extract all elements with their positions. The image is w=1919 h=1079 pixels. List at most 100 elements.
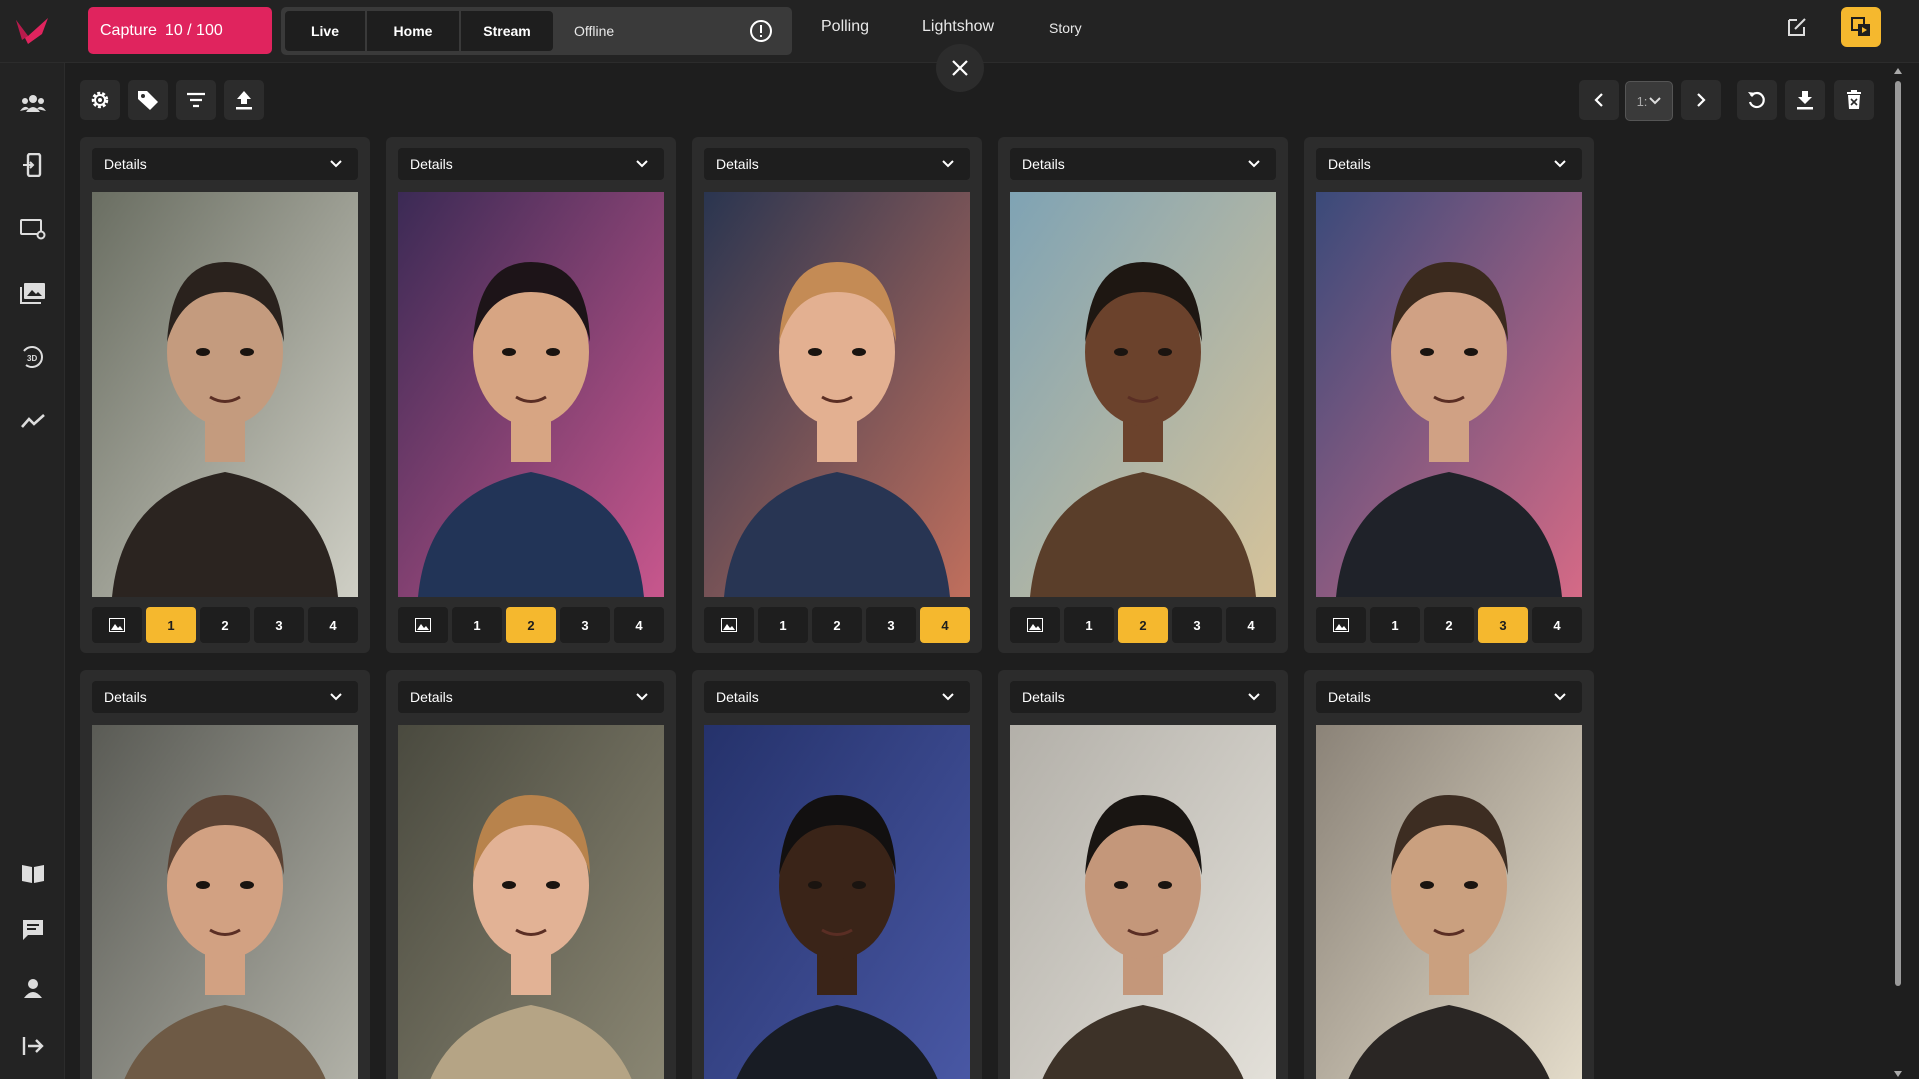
version-selector: 1234 (1316, 607, 1582, 643)
image-card: Details 1 2 3 4 (998, 137, 1288, 653)
tab-live[interactable]: Live (285, 11, 365, 51)
close-button[interactable] (936, 44, 984, 92)
version-button[interactable]: 4 (1532, 607, 1582, 643)
version-button[interactable]: 1 (452, 607, 502, 643)
3d-rotate-icon[interactable]: 3D (20, 344, 46, 370)
next-page-button[interactable] (1681, 80, 1721, 120)
portrait-image[interactable] (704, 192, 970, 597)
version-button[interactable]: 2 (1424, 607, 1474, 643)
portrait-image[interactable] (92, 192, 358, 597)
screen-settings-icon[interactable] (20, 216, 46, 242)
image-card: Details 1 2 3 4 (692, 137, 982, 653)
details-label: Details (104, 156, 147, 172)
scroll-down-arrow[interactable] (1894, 1071, 1902, 1077)
version-button[interactable]: 1 (1064, 607, 1114, 643)
tab-home[interactable]: Home (367, 11, 459, 51)
version-button[interactable]: 1 (1370, 607, 1420, 643)
download-button[interactable] (1785, 80, 1825, 120)
version-button[interactable]: 4 (614, 607, 664, 643)
version-button[interactable]: 3 (1478, 607, 1528, 643)
image-view-button[interactable] (398, 607, 448, 643)
portrait-image[interactable] (1010, 725, 1276, 1079)
offline-status: Offline (574, 23, 615, 39)
prev-page-button[interactable] (1579, 80, 1619, 120)
details-dropdown[interactable]: Details (398, 681, 664, 713)
details-dropdown[interactable]: Details (398, 148, 664, 180)
details-label: Details (1328, 156, 1371, 172)
details-dropdown[interactable]: Details (92, 681, 358, 713)
version-selector: 1234 (398, 607, 664, 643)
external-edit-icon[interactable] (1786, 16, 1808, 38)
version-button[interactable]: 1 (758, 607, 808, 643)
portrait-image[interactable] (398, 725, 664, 1079)
scrollbar-thumb[interactable] (1895, 81, 1901, 986)
logo-icon[interactable] (14, 14, 50, 48)
gallery-icon[interactable] (20, 280, 46, 306)
chevron-down-icon (330, 160, 342, 168)
filter-icon (187, 92, 205, 108)
chevron-right-icon (1697, 93, 1706, 107)
users-icon[interactable] (20, 90, 46, 116)
nav-lightshow[interactable]: Lightshow (922, 18, 994, 36)
version-button[interactable]: 4 (1226, 607, 1276, 643)
portrait-image[interactable] (92, 725, 358, 1079)
details-dropdown[interactable]: Details (92, 148, 358, 180)
details-label: Details (1328, 689, 1371, 705)
image-icon (1027, 618, 1043, 632)
refresh-button[interactable] (1737, 80, 1777, 120)
portrait-image[interactable] (1316, 192, 1582, 597)
upload-button[interactable] (224, 80, 264, 120)
nav-story[interactable]: Story (1049, 20, 1082, 36)
settings-button[interactable] (80, 80, 120, 120)
version-button[interactable]: 1 (146, 607, 196, 643)
tag-button[interactable] (128, 80, 168, 120)
version-button[interactable]: 4 (308, 607, 358, 643)
details-dropdown[interactable]: Details (1316, 681, 1582, 713)
tab-stream[interactable]: Stream (461, 11, 553, 51)
book-icon[interactable] (20, 860, 46, 886)
version-button[interactable]: 2 (1118, 607, 1168, 643)
portrait-image[interactable] (1316, 725, 1582, 1079)
portrait-image[interactable] (704, 725, 970, 1079)
version-button[interactable]: 2 (200, 607, 250, 643)
delete-button[interactable] (1834, 80, 1874, 120)
scroll-up-arrow[interactable] (1894, 68, 1902, 74)
settings-icon (91, 91, 109, 109)
chevron-down-icon (1248, 160, 1260, 168)
version-button[interactable]: 2 (812, 607, 862, 643)
page-select[interactable]: 1: (1625, 81, 1673, 121)
user-icon[interactable] (20, 975, 46, 1001)
switch-view-button[interactable] (1841, 7, 1881, 47)
refresh-icon (1748, 91, 1765, 109)
image-card: Details (1304, 670, 1594, 1079)
image-view-button[interactable] (704, 607, 754, 643)
image-view-button[interactable] (1010, 607, 1060, 643)
details-label: Details (1022, 156, 1065, 172)
details-dropdown[interactable]: Details (704, 148, 970, 180)
version-button[interactable]: 3 (254, 607, 304, 643)
version-button[interactable]: 2 (506, 607, 556, 643)
chevron-down-icon (636, 693, 648, 701)
version-button[interactable]: 3 (1172, 607, 1222, 643)
version-button[interactable]: 4 (920, 607, 970, 643)
nav-polling[interactable]: Polling (821, 18, 869, 36)
logout-icon[interactable] (20, 1033, 46, 1059)
alert-circle-icon[interactable] (749, 19, 773, 43)
details-dropdown[interactable]: Details (704, 681, 970, 713)
details-dropdown[interactable]: Details (1010, 681, 1276, 713)
image-view-button[interactable] (1316, 607, 1366, 643)
portrait-image[interactable] (398, 192, 664, 597)
analytics-icon[interactable] (20, 408, 46, 434)
device-login-icon[interactable] (20, 152, 46, 178)
portrait-image[interactable] (1010, 192, 1276, 597)
image-view-button[interactable] (92, 607, 142, 643)
details-dropdown[interactable]: Details (1316, 148, 1582, 180)
capture-button[interactable]: Capture 10 / 100 (88, 7, 272, 54)
details-dropdown[interactable]: Details (1010, 148, 1276, 180)
version-selector: 1234 (1010, 607, 1276, 643)
filter-button[interactable] (176, 80, 216, 120)
scrollbar[interactable] (1891, 63, 1905, 1079)
chat-icon[interactable] (20, 917, 46, 943)
version-button[interactable]: 3 (560, 607, 610, 643)
version-button[interactable]: 3 (866, 607, 916, 643)
